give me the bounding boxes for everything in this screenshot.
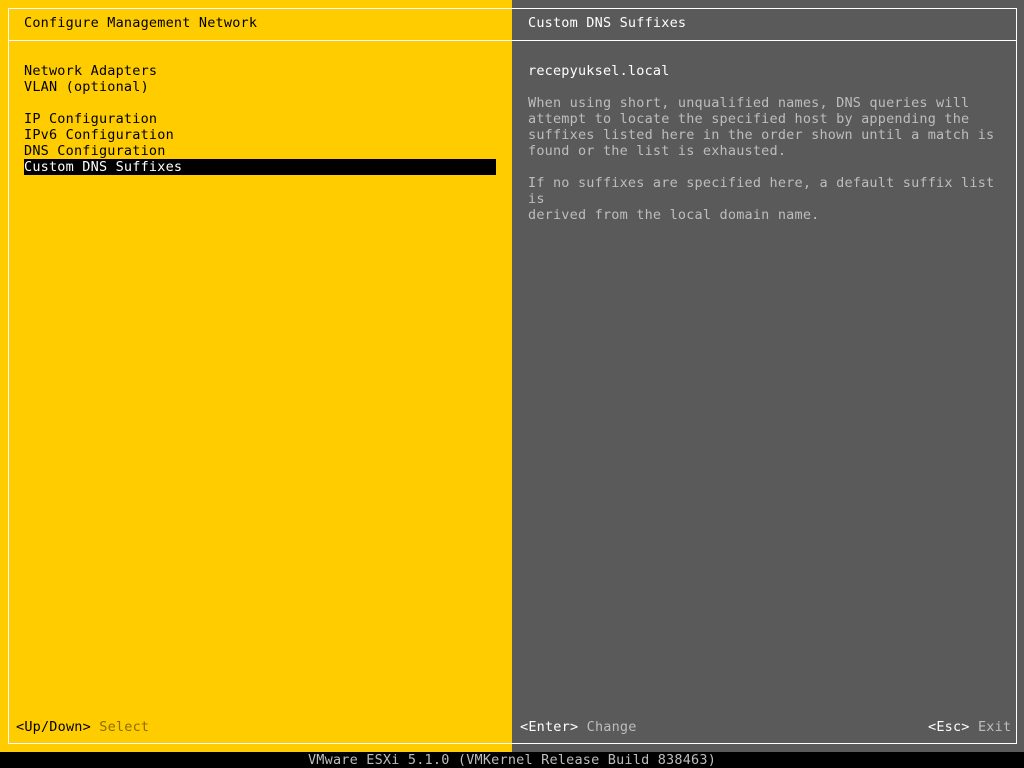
change-hint[interactable]: <Enter> Change — [520, 719, 637, 735]
menu-item-ipv6-configuration[interactable]: IPv6 Configuration — [24, 127, 496, 143]
menu-item-network-adapters[interactable]: Network Adapters — [24, 63, 496, 79]
exit-hint[interactable]: <Esc> Exit — [928, 719, 1011, 735]
page-title: Configure Management Network — [24, 15, 258, 31]
description-paragraph: When using short, unqualified names, DNS… — [528, 95, 995, 159]
detail-description: When using short, unqualified names, DNS… — [528, 95, 1008, 239]
change-action: Change — [586, 719, 637, 735]
enter-key: <Enter> — [520, 719, 579, 735]
description-paragraph: If no suffixes are specified here, a def… — [528, 175, 995, 223]
menu-item-vlan[interactable]: VLAN (optional) — [24, 79, 496, 95]
select-hint: <Up/Down> Select — [16, 719, 149, 735]
dns-suffix-value: recepyuksel.local — [528, 63, 670, 79]
esc-key: <Esc> — [928, 719, 970, 735]
menu-spacer — [24, 95, 496, 111]
detail-title: Custom DNS Suffixes — [528, 15, 687, 31]
select-action: Select — [99, 719, 150, 735]
up-down-key: <Up/Down> — [16, 719, 91, 735]
menu-item-dns-configuration[interactable]: DNS Configuration — [24, 143, 496, 159]
status-bar: VMware ESXi 5.1.0 (VMKernel Release Buil… — [0, 752, 1024, 768]
menu-item-custom-dns-suffixes[interactable]: Custom DNS Suffixes — [24, 159, 496, 175]
right-title-divider — [512, 40, 1017, 41]
menu-list: Network Adapters VLAN (optional) IP Conf… — [24, 63, 496, 175]
menu-item-ip-configuration[interactable]: IP Configuration — [24, 111, 496, 127]
left-title-divider — [8, 40, 512, 41]
exit-action: Exit — [977, 719, 1012, 735]
